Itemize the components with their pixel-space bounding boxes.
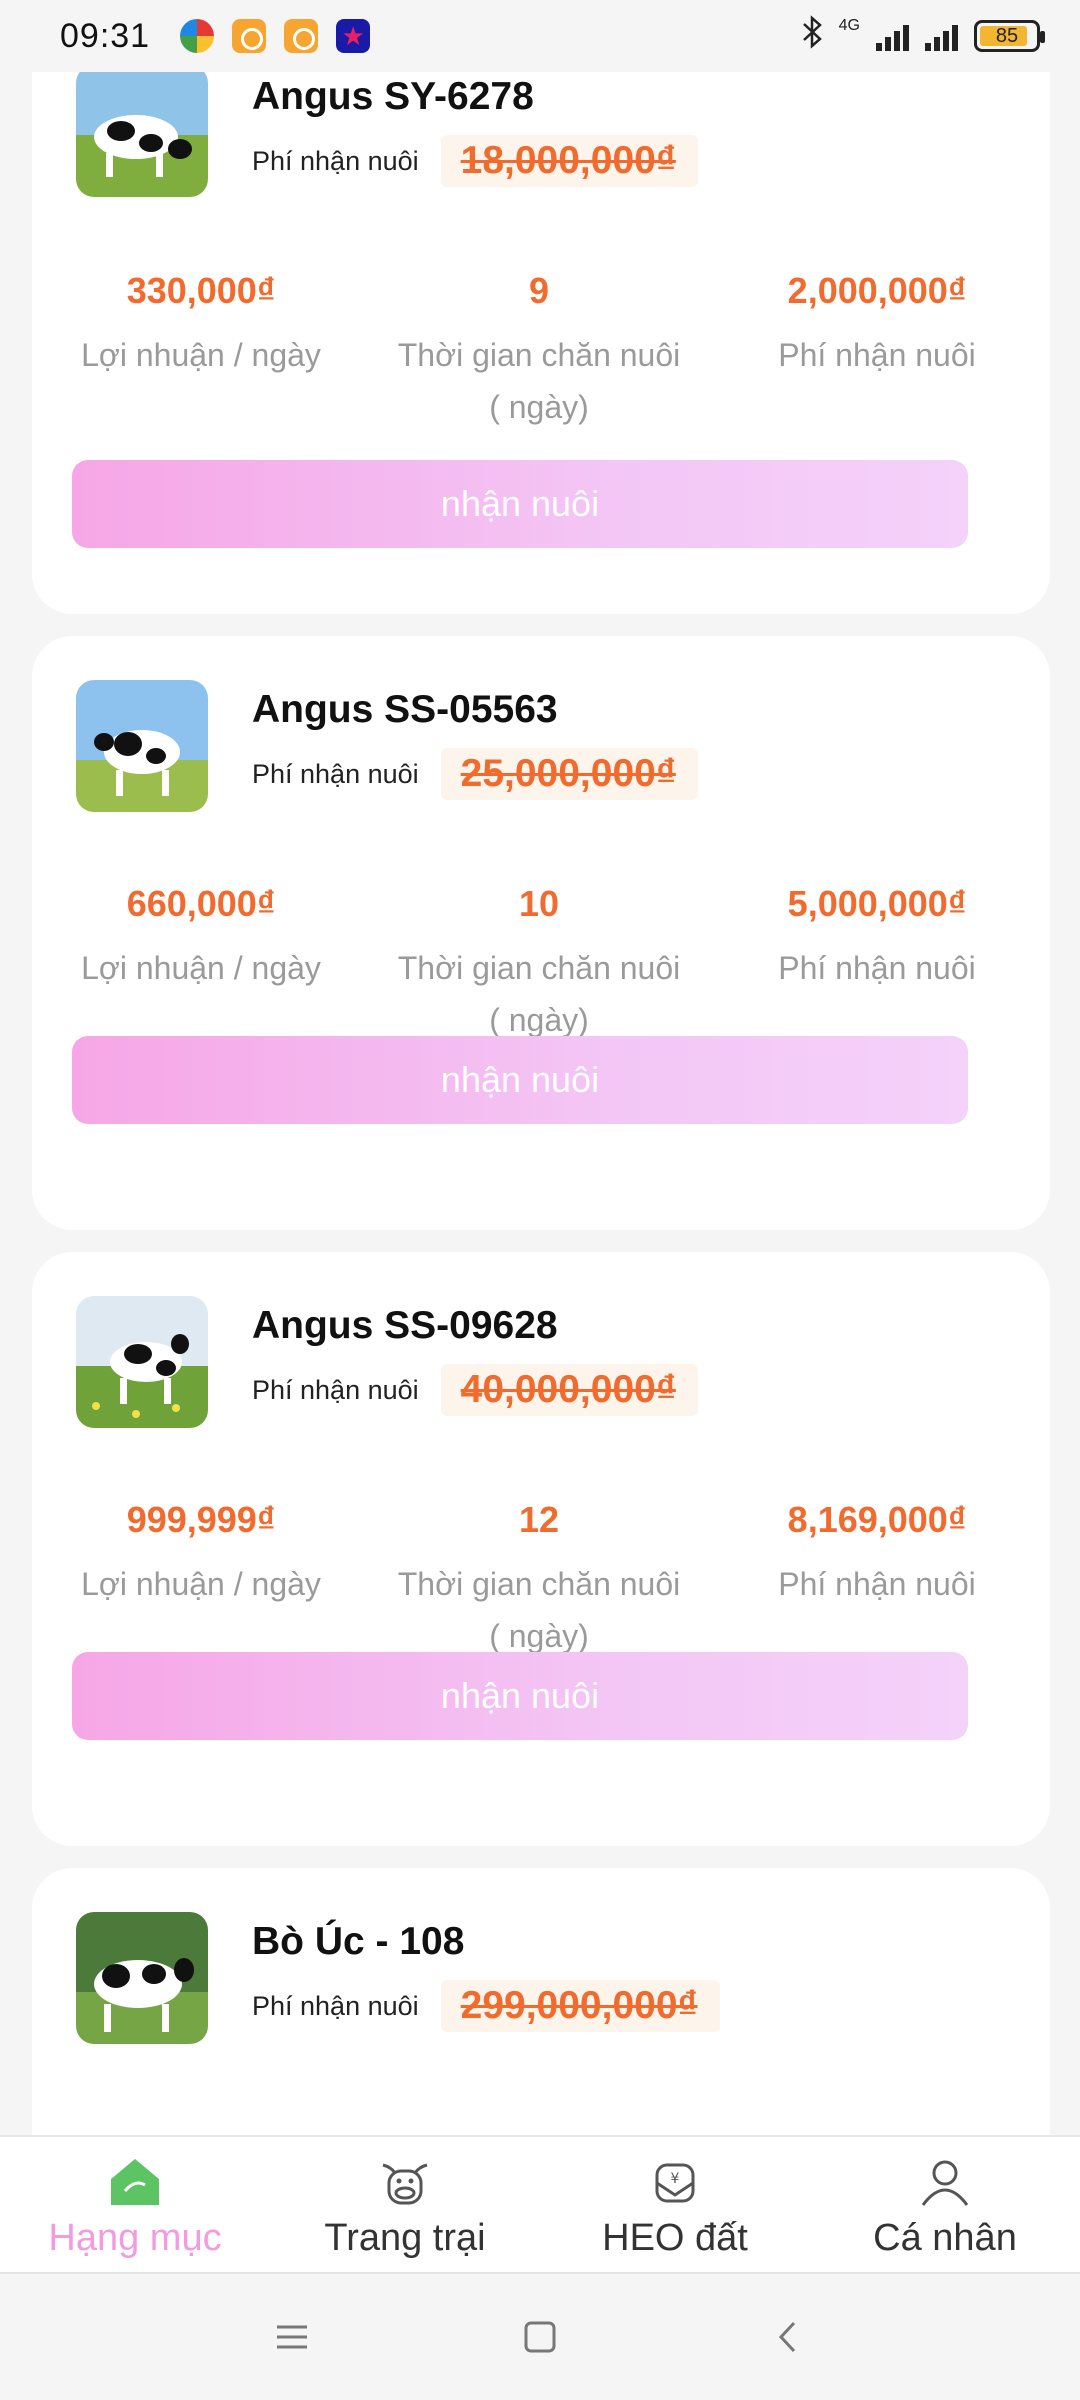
fee-stat-label: Phí nhận nuôi xyxy=(778,950,976,986)
fee-value: 5,000,000₫ xyxy=(787,883,967,924)
original-fee: 40,000,000₫ xyxy=(440,1364,698,1416)
product-name: Angus SS-09628 xyxy=(252,1304,558,1347)
profit-stat: 999,999₫ Lợi nhuận / ngày xyxy=(32,1492,370,1662)
fee-row: Phí nhận nuôi 40,000,000₫ xyxy=(252,1364,698,1416)
bottom-nav: Hạng mục Trang trại ¥ HEO đất Cá nhân xyxy=(0,2135,1080,2272)
menu-icon[interactable] xyxy=(268,2313,316,2361)
signal-icon xyxy=(876,21,909,51)
app-notification-icon xyxy=(180,19,215,53)
fee-stat: 8,169,000₫ Phí nhận nuôi xyxy=(708,1492,1046,1662)
stats-row: 999,999₫ Lợi nhuận / ngày 12 Thời gian c… xyxy=(32,1492,1050,1662)
home-icon xyxy=(105,2151,165,2211)
tab-hang-muc[interactable]: Hạng mục xyxy=(0,2137,270,2272)
product-card: Bò Úc - 108 Phí nhận nuôi 299,000,000₫ xyxy=(32,1868,1050,2135)
fee-stat: 5,000,000₫ Phí nhận nuôi xyxy=(708,876,1046,1046)
duration-stat: 12 Thời gian chăn nuôi ( ngày) xyxy=(370,1492,708,1662)
duration-label: Thời gian chăn nuôi ( ngày) xyxy=(397,337,681,425)
piggy-bank-icon: ¥ xyxy=(645,2151,705,2211)
svg-text:¥: ¥ xyxy=(671,2171,680,2187)
signal-icon xyxy=(925,21,958,51)
profit-stat: 660,000₫ Lợi nhuận / ngày xyxy=(32,876,370,1046)
profit-stat: 330,000₫ Lợi nhuận / ngày xyxy=(32,263,370,433)
original-fee: 18,000,000₫ xyxy=(440,135,698,187)
duration-value: 9 xyxy=(528,270,550,311)
notification-icons: ★ xyxy=(180,19,371,53)
stats-row: 660,000₫ Lợi nhuận / ngày 10 Thời gian c… xyxy=(32,876,1050,1046)
product-card: Angus SY-6278 Phí nhận nuôi 18,000,000₫ … xyxy=(32,0,1050,614)
chat-app-icon xyxy=(232,19,267,53)
tab-label: Hạng mục xyxy=(48,2217,222,2259)
adopt-button[interactable]: nhận nuôi xyxy=(72,1036,968,1124)
profit-label: Lợi nhuận / ngày xyxy=(81,950,321,986)
fee-stat-label: Phí nhận nuôi xyxy=(778,337,976,373)
product-list[interactable]: Angus SY-6278 Phí nhận nuôi 18,000,000₫ … xyxy=(0,0,1080,2135)
duration-stat: 9 Thời gian chăn nuôi ( ngày) xyxy=(370,263,708,433)
status-time: 09:31 xyxy=(60,16,151,55)
tab-label: Trang trại xyxy=(324,2217,486,2259)
fee-value: 2,000,000₫ xyxy=(787,270,967,311)
cow-thumbnail xyxy=(76,1296,208,1428)
adopt-button[interactable]: nhận nuôi xyxy=(72,1652,968,1740)
fee-row: Phí nhận nuôi 299,000,000₫ xyxy=(252,1980,720,2032)
bluetooth-icon xyxy=(801,14,823,58)
profit-value: 660,000₫ xyxy=(126,883,276,924)
cow-icon xyxy=(375,2151,435,2211)
profit-value: 999,999₫ xyxy=(126,1499,276,1540)
system-nav-bar xyxy=(0,2272,1080,2400)
cow-thumbnail xyxy=(76,1912,208,2044)
duration-label: Thời gian chăn nuôi ( ngày) xyxy=(397,950,681,1038)
battery-icon: 85 xyxy=(974,20,1045,52)
tab-label: Cá nhân xyxy=(873,2217,1017,2259)
product-name: Angus SS-05563 xyxy=(252,688,558,731)
duration-value: 10 xyxy=(518,883,560,924)
battery-level: 85 xyxy=(995,24,1019,47)
duration-stat: 10 Thời gian chăn nuôi ( ngày) xyxy=(370,876,708,1046)
star-app-icon: ★ xyxy=(336,19,371,53)
profit-label: Lợi nhuận / ngày xyxy=(81,1566,321,1602)
product-name: Angus SY-6278 xyxy=(252,75,534,118)
chat-app-icon xyxy=(284,19,319,53)
fee-value: 8,169,000₫ xyxy=(787,1499,967,1540)
product-card: Angus SS-09628 Phí nhận nuôi 40,000,000₫… xyxy=(32,1252,1050,1846)
cow-thumbnail xyxy=(76,680,208,812)
fee-stat: 2,000,000₫ Phí nhận nuôi xyxy=(708,263,1046,433)
cow-thumbnail xyxy=(76,65,208,197)
product-name: Bò Úc - 108 xyxy=(252,1920,465,1963)
original-fee: 25,000,000₫ xyxy=(440,748,698,800)
tab-heo-dat[interactable]: ¥ HEO đất xyxy=(540,2137,810,2272)
tab-trang-trai[interactable]: Trang trại xyxy=(270,2137,540,2272)
home-square-icon[interactable] xyxy=(516,2313,564,2361)
fee-label: Phí nhận nuôi xyxy=(252,758,419,789)
stats-row: 330,000₫ Lợi nhuận / ngày 9 Thời gian ch… xyxy=(32,263,1050,433)
profit-label: Lợi nhuận / ngày xyxy=(81,337,321,373)
fee-label: Phí nhận nuôi xyxy=(252,1990,419,2021)
duration-value: 12 xyxy=(518,1499,560,1540)
fee-stat-label: Phí nhận nuôi xyxy=(778,1566,976,1602)
adopt-button[interactable]: nhận nuôi xyxy=(72,460,968,548)
status-bar: 09:31 ★ 4G 85 xyxy=(0,0,1080,72)
fee-row: Phí nhận nuôi 18,000,000₫ xyxy=(252,135,698,187)
fee-label: Phí nhận nuôi xyxy=(252,1374,419,1405)
original-fee: 299,000,000₫ xyxy=(440,1980,720,2032)
user-icon xyxy=(915,2151,975,2211)
tab-label: HEO đất xyxy=(602,2217,748,2259)
back-icon[interactable] xyxy=(764,2313,812,2361)
fee-label: Phí nhận nuôi xyxy=(252,145,419,176)
fee-row: Phí nhận nuôi 25,000,000₫ xyxy=(252,748,698,800)
duration-label: Thời gian chăn nuôi ( ngày) xyxy=(397,1566,681,1654)
tab-ca-nhan[interactable]: Cá nhân xyxy=(810,2137,1080,2272)
network-type: 4G xyxy=(838,17,860,34)
product-card: Angus SS-05563 Phí nhận nuôi 25,000,000₫… xyxy=(32,636,1050,1230)
profit-value: 330,000₫ xyxy=(126,270,276,311)
